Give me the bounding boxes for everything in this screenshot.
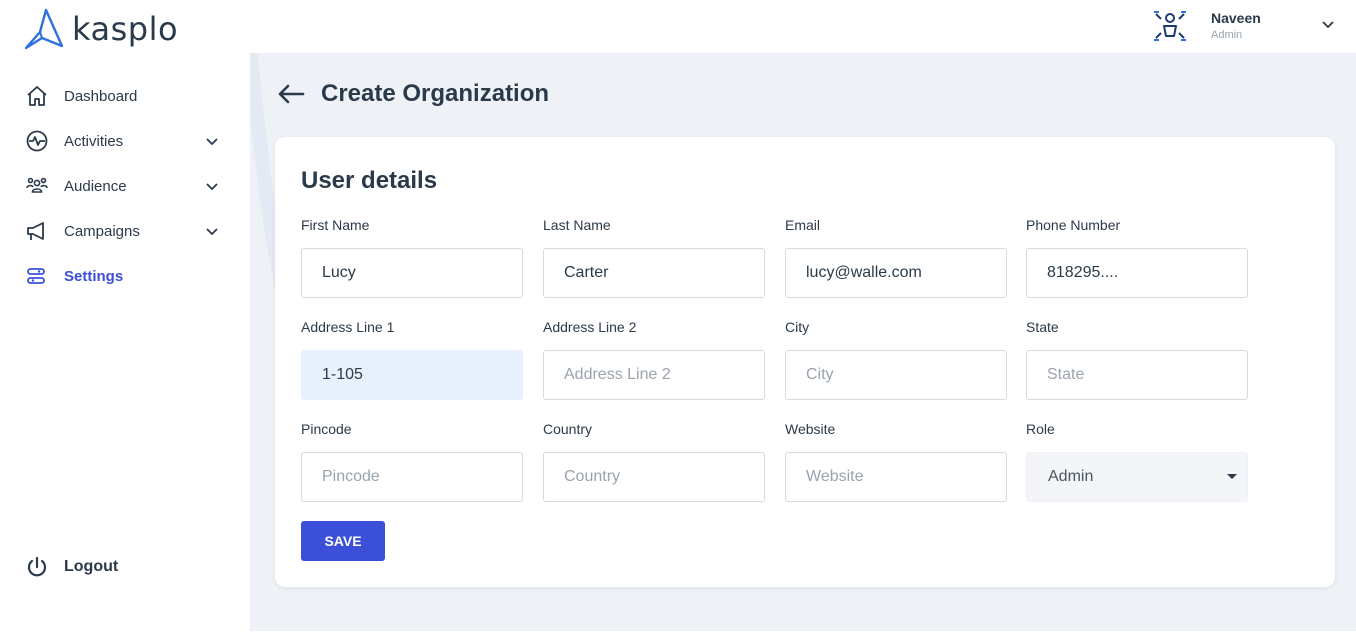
state-input[interactable]	[1026, 350, 1248, 400]
first-name-field-group: First Name	[301, 217, 523, 298]
address-line-2-field-group: Address Line 2	[543, 319, 765, 400]
last-name-input[interactable]	[543, 248, 765, 298]
first-name-input[interactable]	[301, 248, 523, 298]
logout-label: Logout	[64, 558, 119, 575]
address-line-1-label: Address Line 1	[301, 319, 395, 335]
pincode-label: Pincode	[301, 421, 352, 437]
state-label: State	[1026, 319, 1059, 335]
last-name-field-group: Last Name	[543, 217, 765, 298]
user-name: Naveen	[1211, 10, 1261, 26]
page-title: Create Organization	[321, 80, 550, 107]
chevron-down-icon[interactable]	[1320, 16, 1336, 32]
role-selected-value: Admin	[1048, 468, 1094, 485]
chevron-down-icon[interactable]	[204, 178, 220, 194]
back-arrow-icon[interactable]	[276, 79, 306, 109]
sidebar-item-activities[interactable]: Activities	[24, 126, 224, 156]
last-name-label: Last Name	[543, 217, 611, 233]
email-field-group: Email	[785, 217, 1007, 298]
pincode-field-group: Pincode	[301, 421, 523, 502]
phone-input[interactable]	[1026, 248, 1248, 298]
sidebar-item-settings[interactable]: Settings	[24, 261, 224, 291]
user-avatar-icon	[1154, 11, 1186, 41]
section-title: User details	[301, 167, 438, 194]
sidebar-item-label: Activities	[64, 132, 124, 150]
kasplo-logo-icon	[24, 8, 64, 50]
user-details-card: User details First Name Last Name Email …	[275, 137, 1335, 587]
user-role: Admin	[1211, 29, 1243, 41]
address-line-1-field-group: Address Line 1	[301, 319, 523, 400]
first-name-label: First Name	[301, 217, 370, 233]
top-header: kasplo Naveen Admin	[0, 0, 1356, 53]
sidebar: Dashboard Activities Audience Campaigns …	[0, 53, 250, 632]
activity-icon	[24, 128, 50, 154]
country-field-group: Country	[543, 421, 765, 502]
city-label: City	[785, 319, 810, 335]
logout-button[interactable]: Logout	[24, 552, 224, 582]
chevron-down-icon[interactable]	[204, 133, 220, 149]
website-label: Website	[785, 421, 836, 437]
logo-text: kasplo	[72, 10, 179, 48]
address-line-2-input[interactable]	[543, 350, 765, 400]
city-input[interactable]	[785, 350, 1007, 400]
megaphone-icon	[24, 218, 50, 244]
pincode-input[interactable]	[301, 452, 523, 502]
city-field-group: City	[785, 319, 1007, 400]
sidebar-item-label: Campaigns	[64, 222, 140, 240]
sidebar-item-label: Settings	[64, 267, 124, 285]
sidebar-item-dashboard[interactable]: Dashboard	[24, 81, 224, 111]
chevron-down-icon[interactable]	[204, 223, 220, 239]
sidebar-item-label: Audience	[64, 177, 127, 195]
home-icon	[24, 83, 50, 109]
role-select[interactable]: Admin	[1026, 452, 1248, 502]
sidebar-item-label: Dashboard	[64, 87, 138, 105]
user-menu[interactable]: Naveen Admin	[1152, 6, 1342, 46]
role-field-group: Role Admin	[1026, 421, 1248, 502]
main-content: Create Organization User details First N…	[250, 53, 1356, 631]
settings-sliders-icon	[24, 263, 50, 289]
sidebar-item-audience[interactable]: Audience	[24, 171, 224, 201]
email-label: Email	[785, 217, 821, 233]
address-line-2-label: Address Line 2	[543, 319, 637, 335]
sidebar-item-campaigns[interactable]: Campaigns	[24, 216, 224, 246]
phone-label: Phone Number	[1026, 217, 1121, 233]
power-icon	[24, 554, 50, 580]
website-field-group: Website	[785, 421, 1007, 502]
logo[interactable]: kasplo	[22, 8, 178, 50]
email-input[interactable]	[785, 248, 1007, 298]
state-field-group: State	[1026, 319, 1248, 400]
address-line-1-input[interactable]	[301, 350, 523, 400]
save-button[interactable]: SAVE	[301, 521, 385, 561]
phone-field-group: Phone Number	[1026, 217, 1248, 298]
page-header: Create Organization	[276, 79, 549, 109]
country-input[interactable]	[543, 452, 765, 502]
caret-down-icon	[1227, 474, 1237, 479]
website-input[interactable]	[785, 452, 1007, 502]
audience-icon	[24, 173, 50, 199]
role-label: Role	[1026, 421, 1055, 437]
country-label: Country	[543, 421, 593, 437]
